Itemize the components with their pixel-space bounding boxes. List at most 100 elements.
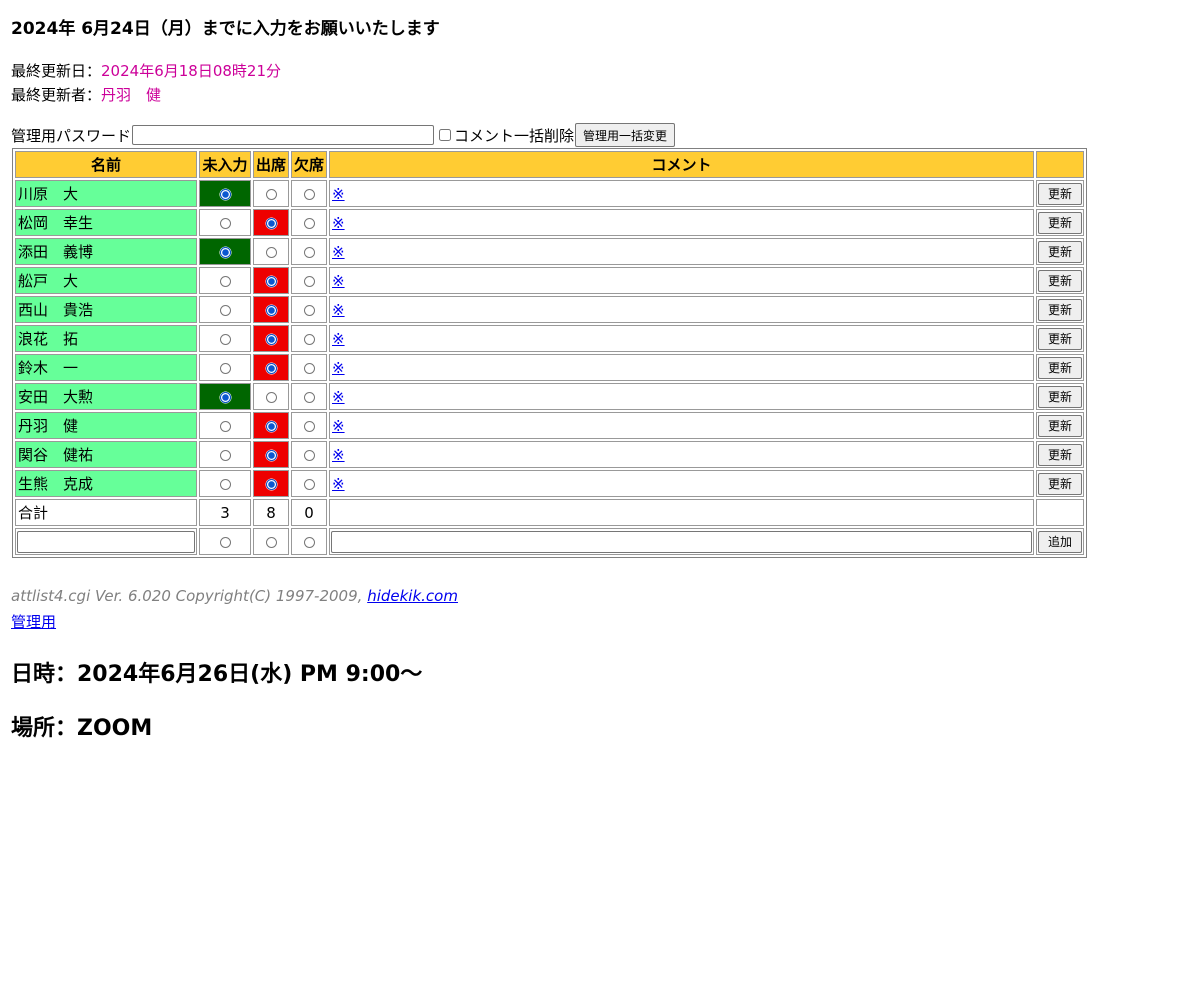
not-entered-radio[interactable] xyxy=(219,420,231,432)
absent-radio[interactable] xyxy=(303,478,315,490)
comment-cell: ※ xyxy=(329,470,1034,497)
absent-radio[interactable] xyxy=(303,217,315,229)
comment-link[interactable]: ※ xyxy=(332,330,345,348)
attend-radio[interactable] xyxy=(265,420,277,432)
new-entry-row: 追加 xyxy=(15,528,1084,555)
comment-cell: ※ xyxy=(329,209,1034,236)
event-location: 場所：ZOOM xyxy=(11,716,153,741)
update-button[interactable]: 更新 xyxy=(1038,385,1082,408)
new-not-entered-radio[interactable] xyxy=(219,536,231,548)
action-cell: 更新 xyxy=(1036,180,1084,207)
not-entered-radio[interactable] xyxy=(219,188,231,200)
member-name: 関谷 健祐 xyxy=(15,441,197,468)
attend-radio[interactable] xyxy=(265,217,277,229)
table-row: 安田 大勲 ※ 更新 xyxy=(15,383,1084,410)
not-entered-radio[interactable] xyxy=(219,391,231,403)
bulk-delete-comments-checkbox[interactable] xyxy=(439,129,452,141)
not-entered-radio[interactable] xyxy=(219,362,231,374)
update-button[interactable]: 更新 xyxy=(1038,414,1082,437)
copyright-link[interactable]: hidekik.com xyxy=(367,587,458,605)
not-entered-radio[interactable] xyxy=(219,217,231,229)
absent-cell xyxy=(291,470,327,497)
attend-radio[interactable] xyxy=(265,188,277,200)
header-action xyxy=(1036,151,1084,178)
attend-radio[interactable] xyxy=(265,391,277,403)
new-name-input[interactable] xyxy=(17,530,195,553)
comment-cell: ※ xyxy=(329,296,1034,323)
member-name: 丹羽 健 xyxy=(15,412,197,439)
absent-radio[interactable] xyxy=(303,188,315,200)
action-cell: 更新 xyxy=(1036,325,1084,352)
attend-radio[interactable] xyxy=(265,246,277,258)
new-absent-radio[interactable] xyxy=(303,536,315,548)
absent-cell xyxy=(291,238,327,265)
copyright: attlist4.cgi Ver. 6.020 Copyright(C) 199… xyxy=(11,587,458,605)
header-comment: コメント xyxy=(329,151,1034,178)
member-name: 浪花 拓 xyxy=(15,325,197,352)
absent-radio[interactable] xyxy=(303,362,315,374)
copyright-text: attlist4.cgi Ver. 6.020 Copyright(C) 199… xyxy=(11,587,368,605)
attend-radio[interactable] xyxy=(265,275,277,287)
absent-radio[interactable] xyxy=(303,333,315,345)
action-cell: 更新 xyxy=(1036,267,1084,294)
absent-radio[interactable] xyxy=(303,275,315,287)
new-absent-cell xyxy=(291,528,327,555)
last-updated-label: 最終更新日： xyxy=(11,62,102,80)
new-comment-input[interactable] xyxy=(331,530,1032,553)
comment-link[interactable]: ※ xyxy=(332,446,345,464)
attend-radio[interactable] xyxy=(265,478,277,490)
not-entered-radio[interactable] xyxy=(219,333,231,345)
comment-link[interactable]: ※ xyxy=(332,214,345,232)
attend-radio[interactable] xyxy=(265,333,277,345)
add-button[interactable]: 追加 xyxy=(1038,530,1082,553)
absent-radio[interactable] xyxy=(303,304,315,316)
comment-link[interactable]: ※ xyxy=(332,359,345,377)
update-button[interactable]: 更新 xyxy=(1038,298,1082,321)
not-entered-radio[interactable] xyxy=(219,478,231,490)
not-entered-cell xyxy=(199,209,251,236)
absent-radio[interactable] xyxy=(303,246,315,258)
update-button[interactable]: 更新 xyxy=(1038,327,1082,350)
comment-link[interactable]: ※ xyxy=(332,301,345,319)
absent-radio[interactable] xyxy=(303,391,315,403)
comment-link[interactable]: ※ xyxy=(332,475,345,493)
total-not-entered: 3 xyxy=(199,499,251,526)
member-name: 舩戸 大 xyxy=(15,267,197,294)
comment-link[interactable]: ※ xyxy=(332,272,345,290)
absent-radio[interactable] xyxy=(303,420,315,432)
comment-link[interactable]: ※ xyxy=(332,243,345,261)
not-entered-radio[interactable] xyxy=(219,246,231,258)
attend-radio[interactable] xyxy=(265,449,277,461)
attend-radio[interactable] xyxy=(265,362,277,374)
update-button[interactable]: 更新 xyxy=(1038,356,1082,379)
comment-cell: ※ xyxy=(329,441,1034,468)
update-button[interactable]: 更新 xyxy=(1038,269,1082,292)
last-updater: 最終更新者：丹羽 健 xyxy=(11,84,161,105)
comment-link[interactable]: ※ xyxy=(332,417,345,435)
absent-cell xyxy=(291,180,327,207)
attend-radio[interactable] xyxy=(265,304,277,316)
last-updater-value: 丹羽 健 xyxy=(101,86,162,104)
admin-password-input[interactable] xyxy=(132,125,435,145)
attend-cell xyxy=(253,180,289,207)
admin-bulk-change-button[interactable]: 管理用一括変更 xyxy=(575,123,676,147)
absent-radio[interactable] xyxy=(303,449,315,461)
update-button[interactable]: 更新 xyxy=(1038,240,1082,263)
comment-cell: ※ xyxy=(329,412,1034,439)
not-entered-radio[interactable] xyxy=(219,304,231,316)
update-button[interactable]: 更新 xyxy=(1038,472,1082,495)
update-button[interactable]: 更新 xyxy=(1038,182,1082,205)
event-datetime: 日時：2024年6月26日(水) PM 9:00～ xyxy=(11,662,423,687)
comment-link[interactable]: ※ xyxy=(332,388,345,406)
member-name: 松岡 幸生 xyxy=(15,209,197,236)
comment-cell: ※ xyxy=(329,238,1034,265)
new-attend-radio[interactable] xyxy=(265,536,277,548)
not-entered-radio[interactable] xyxy=(219,275,231,287)
comment-link[interactable]: ※ xyxy=(332,185,345,203)
update-button[interactable]: 更新 xyxy=(1038,443,1082,466)
not-entered-radio[interactable] xyxy=(219,449,231,461)
admin-bar: 管理用パスワード コメント一括削除 管理用一括変更 xyxy=(11,122,676,148)
admin-link[interactable]: 管理用 xyxy=(11,611,56,632)
update-button[interactable]: 更新 xyxy=(1038,211,1082,234)
action-cell: 更新 xyxy=(1036,296,1084,323)
